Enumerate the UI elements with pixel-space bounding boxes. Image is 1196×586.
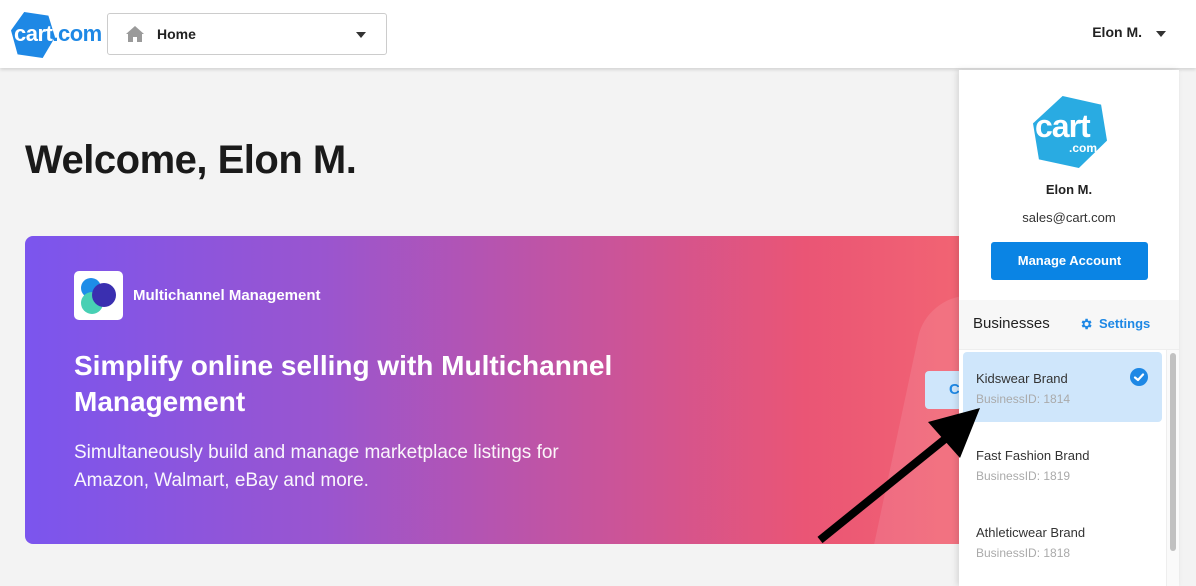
businesses-title: Businesses bbox=[973, 315, 1050, 332]
account-avatar-logo: cart .com bbox=[1033, 96, 1107, 168]
cart-logo[interactable]: cart.com bbox=[11, 12, 99, 58]
page-select[interactable]: Home bbox=[107, 13, 387, 55]
home-icon bbox=[125, 25, 145, 43]
account-dropdown: cart .com Elon M. sales@cart.com Manage … bbox=[959, 70, 1179, 586]
multichannel-icon bbox=[74, 271, 123, 320]
banner-headline: Simplify online selling with Multichanne… bbox=[74, 348, 634, 420]
user-menu-label: Elon M. bbox=[1092, 24, 1142, 40]
banner-description: Simultaneously build and manage marketpl… bbox=[74, 439, 614, 495]
businesses-list: Kidswear Brand BusinessID: 1814 Fast Fas… bbox=[959, 349, 1179, 586]
business-id: BusinessID: 1818 bbox=[976, 546, 1070, 560]
gear-icon bbox=[1079, 317, 1093, 331]
page-title: Welcome, Elon M. bbox=[25, 138, 356, 183]
business-item[interactable]: Kidswear Brand BusinessID: 1814 bbox=[963, 352, 1162, 422]
user-menu[interactable]: Elon M. bbox=[1092, 24, 1166, 40]
chevron-down-icon bbox=[356, 32, 366, 38]
account-email: sales@cart.com bbox=[959, 210, 1179, 225]
manage-account-button[interactable]: Manage Account bbox=[991, 242, 1148, 280]
business-name: Fast Fashion Brand bbox=[976, 448, 1089, 463]
scrollbar-thumb[interactable] bbox=[1170, 353, 1176, 551]
product-badge: Multichannel Management bbox=[74, 271, 321, 320]
account-name: Elon M. bbox=[959, 182, 1179, 197]
businesses-header: Businesses Settings bbox=[959, 300, 1179, 349]
product-name: Multichannel Management bbox=[133, 287, 321, 304]
top-bar: cart.com Home Elon M. bbox=[0, 0, 1196, 68]
business-id: BusinessID: 1819 bbox=[976, 469, 1070, 483]
business-item[interactable]: Athleticwear Brand BusinessID: 1818 bbox=[963, 506, 1162, 576]
promo-banner: Multichannel Management Simplify online … bbox=[25, 236, 1025, 544]
logo-text: cart.com bbox=[14, 21, 102, 47]
business-name: Kidswear Brand bbox=[976, 371, 1068, 386]
check-circle-icon bbox=[1130, 368, 1148, 386]
business-name: Athleticwear Brand bbox=[976, 525, 1085, 540]
settings-link[interactable]: Settings bbox=[1079, 316, 1150, 331]
page-select-value: Home bbox=[157, 26, 196, 42]
chevron-down-icon bbox=[1156, 31, 1166, 37]
scrollbar[interactable] bbox=[1166, 350, 1179, 586]
business-item[interactable]: Fast Fashion Brand BusinessID: 1819 bbox=[963, 429, 1162, 499]
business-id: BusinessID: 1814 bbox=[976, 392, 1070, 406]
